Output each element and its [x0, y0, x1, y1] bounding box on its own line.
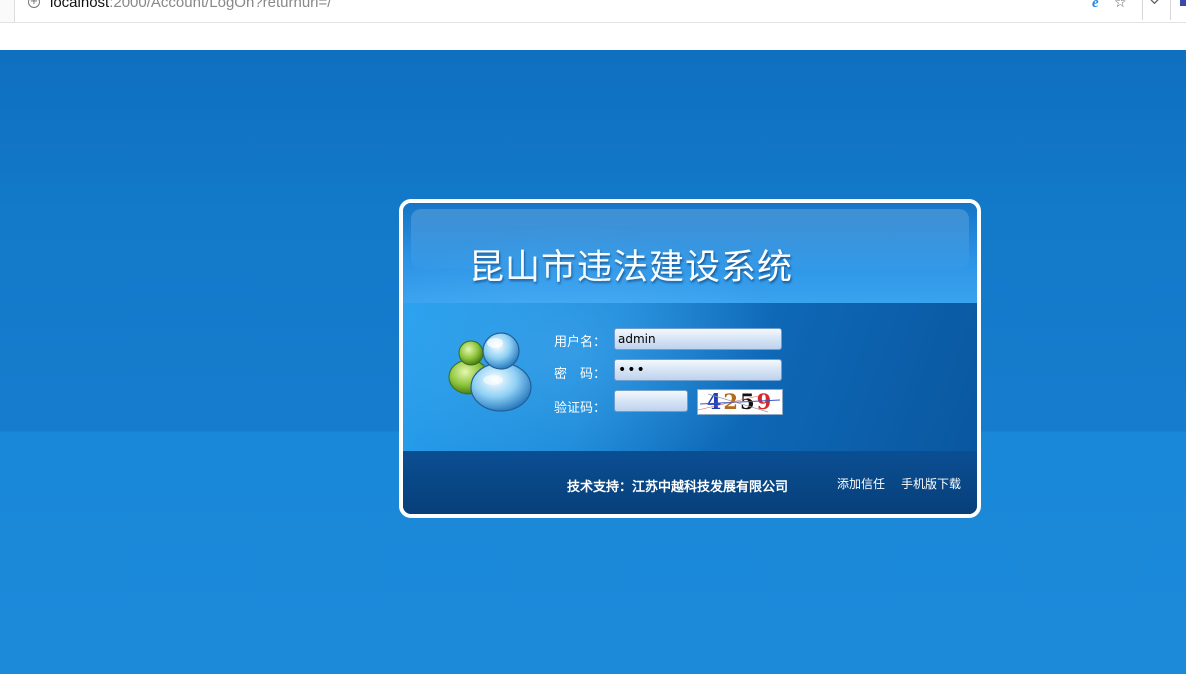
add-trust-link[interactable]: 添加信任 [837, 475, 885, 492]
address-field[interactable]: localhost:2000/Account/LogOn?returnurl=/ [50, 0, 331, 11]
toolbar-divider [1142, 0, 1143, 20]
ie-icon[interactable]: e [1092, 0, 1099, 12]
username-label: 用户名： [554, 335, 607, 350]
url-host: localhost [50, 0, 110, 11]
users-icon [448, 332, 532, 412]
captcha-char: 9 [756, 389, 774, 414]
captcha-input[interactable] [614, 390, 688, 412]
captcha-label: 验证码： [554, 401, 607, 416]
extension-icon[interactable] [1180, 0, 1186, 6]
dropdown-icon[interactable] [1150, 0, 1159, 6]
mobile-download-link[interactable]: 手机版下载 [901, 475, 961, 492]
captcha-char: 4 [706, 389, 724, 414]
captcha-image[interactable]: 4259 [697, 389, 783, 415]
favorite-star-icon[interactable]: ☆ [1114, 0, 1127, 11]
browser-toolbar-strip [0, 23, 1186, 50]
url-path: :2000/Account/LogOn?returnurl=/ [109, 0, 332, 11]
browser-address-bar: + localhost:2000/Account/LogOn?returnurl… [0, 0, 1186, 23]
captcha-char: 5 [740, 389, 757, 414]
password-input[interactable] [614, 359, 782, 381]
site-info-icon[interactable]: + [28, 0, 40, 8]
username-input[interactable] [614, 328, 782, 350]
captcha-char: 2 [723, 389, 740, 414]
login-panel: 昆山市违法建设系统 用户名： 密 码： 验证码： [399, 199, 981, 518]
browser-left-edge [0, 0, 15, 22]
password-label: 密 码： [554, 367, 607, 382]
tech-support-text: 技术支持：江苏中越科技发展有限公司 [567, 480, 789, 495]
toolbar-divider [1170, 0, 1171, 20]
